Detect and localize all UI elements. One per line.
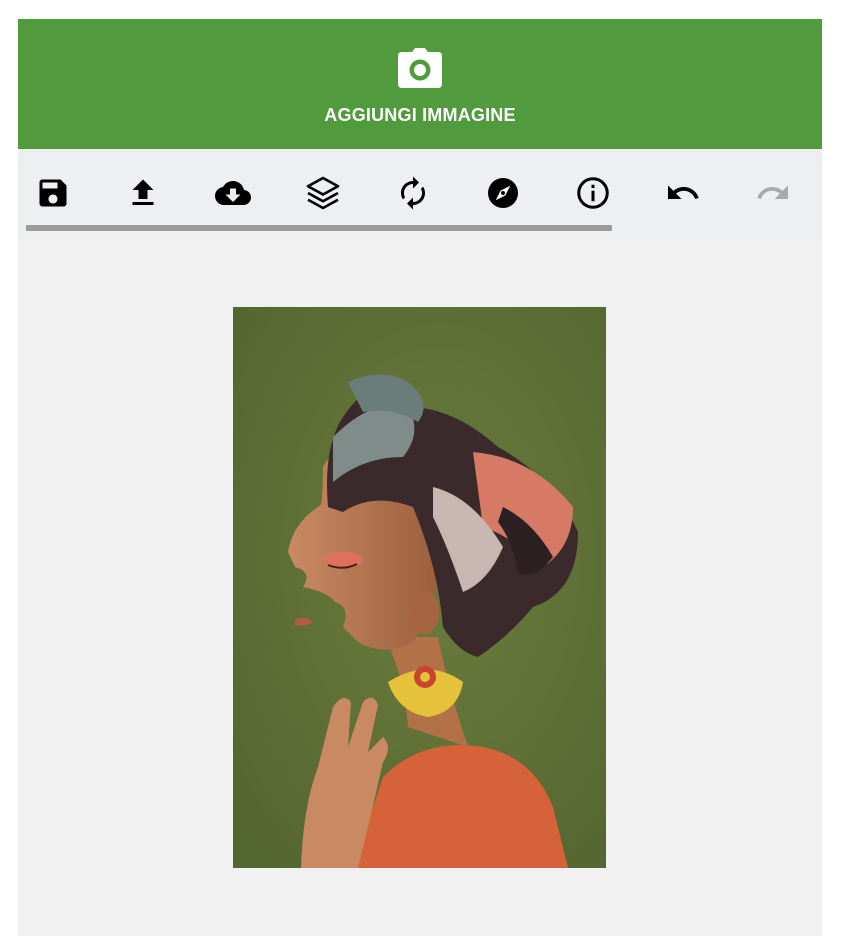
- undo-button[interactable]: [663, 173, 703, 213]
- floppy-disk-icon: [39, 179, 67, 207]
- toolbar-scrollbar[interactable]: [26, 225, 612, 231]
- download-button[interactable]: [213, 173, 253, 213]
- redo-icon: [757, 185, 788, 199]
- cloud-download-icon: [215, 181, 251, 205]
- layers-icon: [306, 176, 340, 210]
- uploaded-photo[interactable]: [233, 307, 606, 868]
- camera-icon: [398, 48, 442, 88]
- layers-button[interactable]: [303, 173, 343, 213]
- image-canvas: [18, 240, 822, 936]
- refresh-icon: [401, 176, 425, 210]
- info-button[interactable]: [573, 173, 613, 213]
- undo-icon: [668, 185, 699, 199]
- toolbar: [18, 149, 822, 240]
- save-button[interactable]: [33, 173, 73, 213]
- info-icon: [577, 177, 609, 209]
- redo-button[interactable]: [753, 173, 793, 213]
- upload-icon: [132, 179, 154, 205]
- compass-icon: [488, 178, 518, 208]
- compass-button[interactable]: [483, 173, 523, 213]
- add-image-button[interactable]: AGGIUNGI IMMAGINE: [18, 19, 822, 149]
- portrait-image: [233, 307, 606, 868]
- rotate-button[interactable]: [393, 173, 433, 213]
- upload-button[interactable]: [123, 173, 163, 213]
- add-image-title: AGGIUNGI IMMAGINE: [324, 105, 516, 125]
